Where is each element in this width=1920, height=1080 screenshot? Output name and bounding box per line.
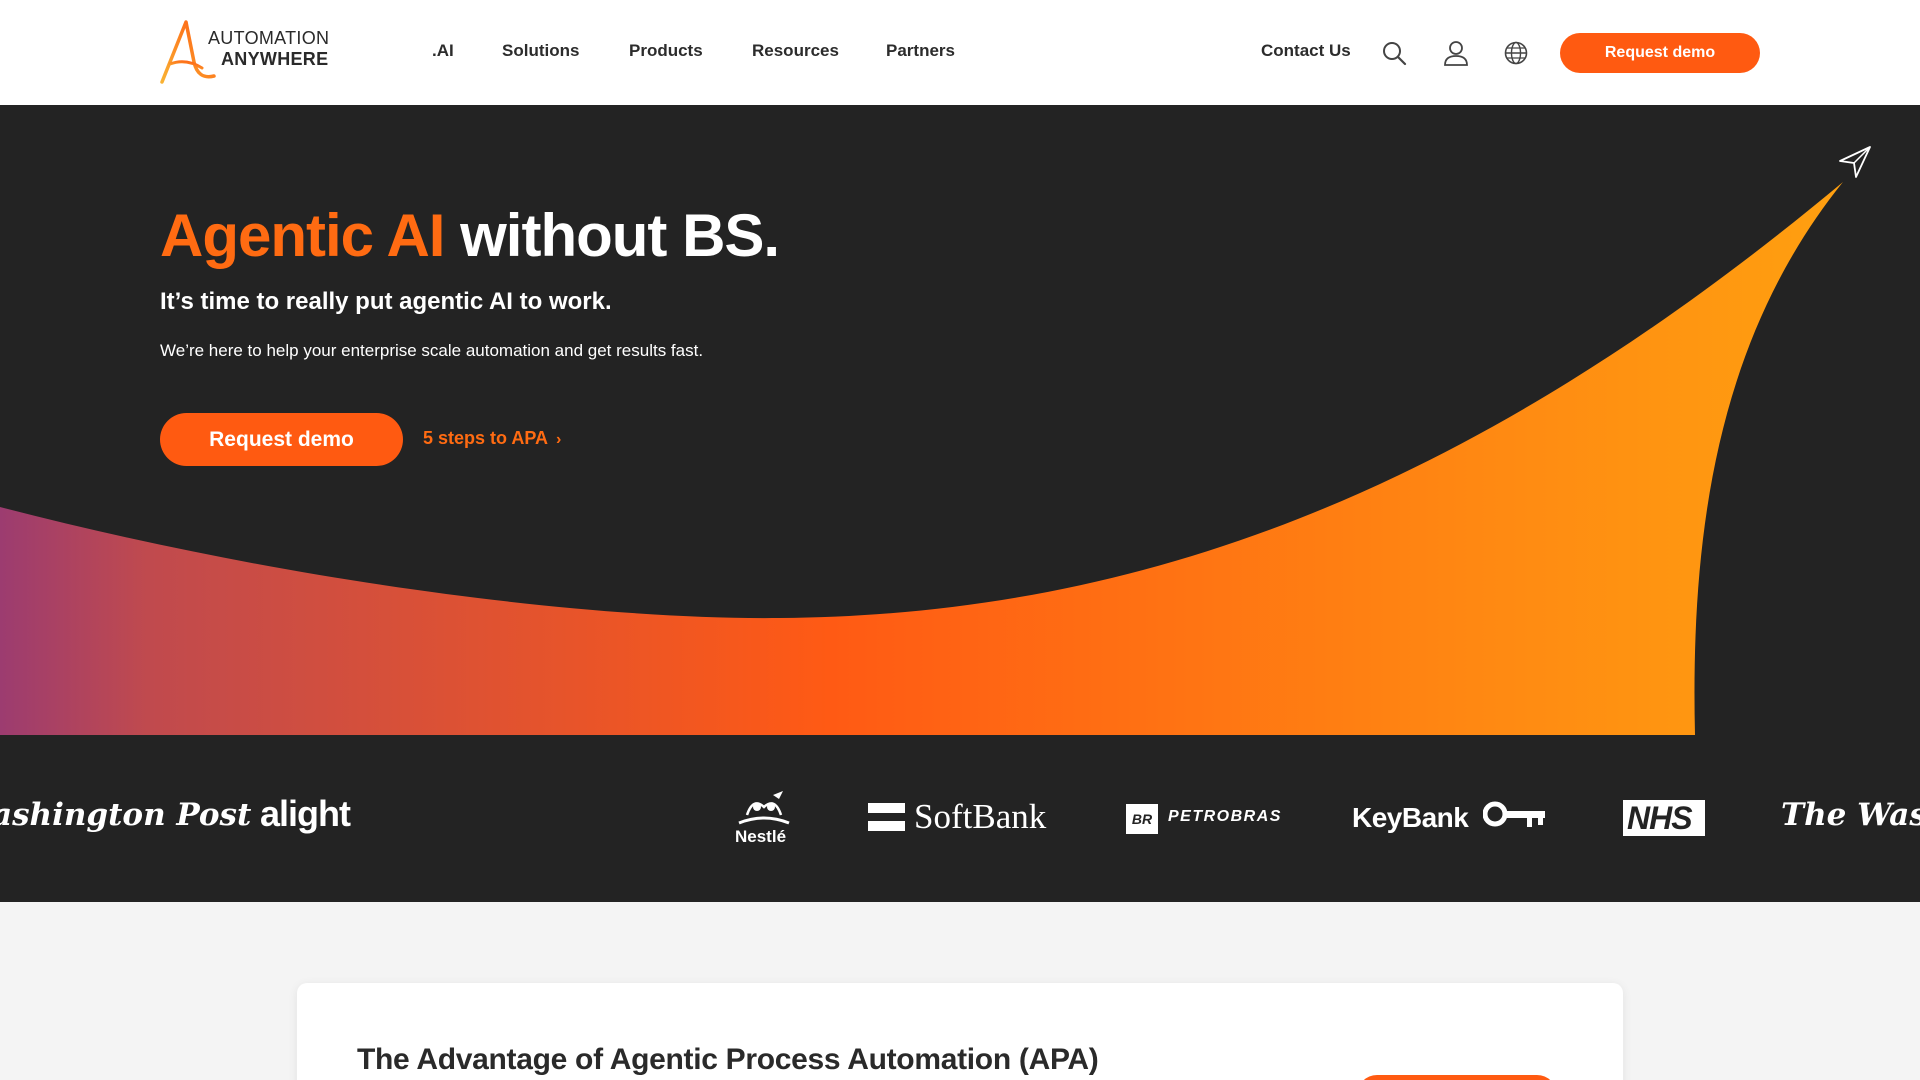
hero-description: We’re here to help your enterprise scale… <box>160 341 704 360</box>
softbank-logo: SoftBank <box>914 797 1047 836</box>
hero-title: Agentic AI without BS. <box>160 201 780 270</box>
washington-post-logo: ashington Post <box>0 797 252 833</box>
apa-card-button[interactable] <box>1357 1075 1557 1080</box>
hero-title-rest: without BS. <box>460 202 780 269</box>
apa-card: The Advantage of Agentic Process Automat… <box>297 983 1623 1080</box>
washington-post-logo-repeat: The Washin <box>1781 797 1920 833</box>
globe-icon[interactable] <box>1503 40 1529 66</box>
site-header: AUTOMATION ANYWHERE .AI Solutions Produc… <box>0 0 1920 105</box>
header-request-demo-button[interactable]: Request demo <box>1560 33 1760 73</box>
automation-anywhere-logo[interactable]: AUTOMATION ANYWHERE <box>158 18 348 86</box>
nav-item-products[interactable]: Products <box>629 41 703 61</box>
five-steps-link[interactable]: 5 steps to APA › <box>423 428 561 449</box>
hero-section: Agentic AI without BS. It’s time to real… <box>0 105 1920 735</box>
nav-item-partners[interactable]: Partners <box>886 41 955 61</box>
search-icon[interactable] <box>1381 40 1407 66</box>
key-icon <box>1483 801 1545 827</box>
nestle-wordmark: Nestlé <box>735 827 787 846</box>
nav-item-resources[interactable]: Resources <box>752 41 839 61</box>
nestle-logo: Nestlé <box>733 787 795 849</box>
logo-text-line1: AUTOMATION <box>208 28 330 48</box>
chevron-right-icon: › <box>556 431 562 448</box>
user-icon[interactable] <box>1443 40 1469 66</box>
hero-request-demo-button[interactable]: Request demo <box>160 413 403 466</box>
hero-title-accent: Agentic AI <box>160 202 445 269</box>
petrobras-br-icon: BR <box>1126 804 1158 834</box>
apa-section-title: The Advantage of Agentic Process Automat… <box>357 1043 1099 1076</box>
nestle-nest-icon <box>738 791 790 825</box>
nav-item-solutions[interactable]: Solutions <box>502 41 579 61</box>
nhs-logo-box: NHS <box>1623 800 1705 836</box>
paper-plane-icon[interactable] <box>1838 145 1872 179</box>
petrobras-logo: PETROBRAS <box>1168 808 1282 825</box>
nav-item-ai[interactable]: .AI <box>432 41 454 61</box>
logo-text-line2: ANYWHERE <box>221 49 329 69</box>
keybank-logo: KeyBank <box>1352 802 1469 833</box>
five-steps-link-label: 5 steps to APA <box>423 428 549 448</box>
hero-subtitle: It’s time to really put agentic AI to wo… <box>160 288 612 315</box>
alight-logo: alight <box>260 793 351 834</box>
nav-item-contact-us[interactable]: Contact Us <box>1261 41 1351 61</box>
nhs-logo: NHS <box>1627 800 1693 836</box>
customer-logo-strip: ashington Post alight Nestlé SoftBank BR… <box>0 735 1920 902</box>
softbank-bars-icon <box>868 803 906 833</box>
